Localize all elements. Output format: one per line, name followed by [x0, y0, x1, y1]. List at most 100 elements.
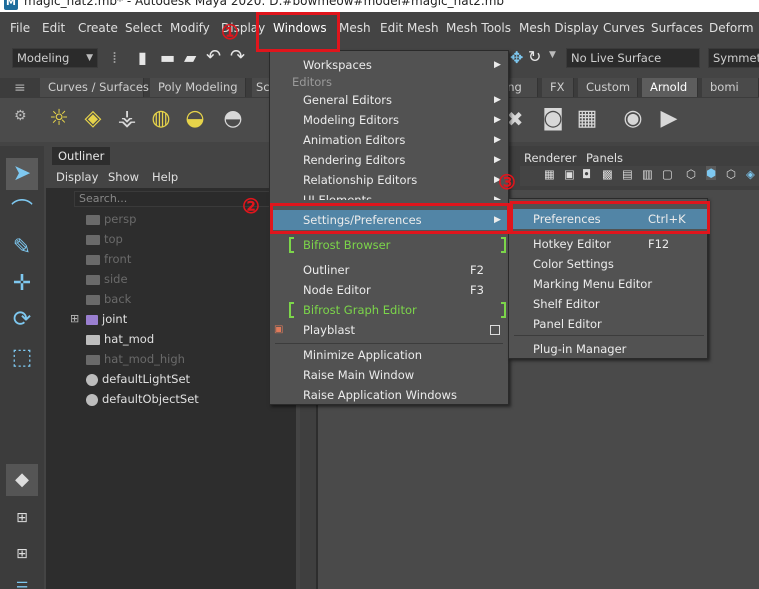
menu-item-workspaces[interactable]: Workspaces ▶	[270, 55, 508, 75]
menu-surfaces[interactable]: Surfaces	[651, 21, 703, 35]
option-box-icon[interactable]	[490, 325, 500, 335]
list-item[interactable]: defaultObjectSet	[86, 392, 199, 412]
wireframe-icon[interactable]: ▣	[564, 167, 575, 181]
xray-icon[interactable]: ⬡	[726, 167, 736, 181]
mode-dropdown[interactable]: Modeling ▼	[12, 48, 98, 68]
shaded-icon[interactable]: ◘	[582, 167, 591, 181]
shelf-tab-curves-surfaces[interactable]: Curves / Surfaces	[40, 78, 149, 97]
outliner-menu-help[interactable]: Help	[152, 170, 178, 184]
menu-mesh-display[interactable]: Mesh Display	[519, 21, 599, 35]
shadows-icon[interactable]: ▥	[642, 167, 653, 181]
area-light-icon[interactable]: ◓	[218, 104, 248, 134]
texture-icon[interactable]: ▦	[572, 104, 602, 134]
play-icon[interactable]: ▶	[654, 104, 684, 134]
half-sun-light-icon[interactable]: ◒	[180, 104, 210, 134]
list-item[interactable]: back	[86, 292, 131, 312]
shelf-tab-bomi[interactable]: bomi	[702, 78, 759, 97]
text-icon[interactable]: ▢	[662, 167, 673, 181]
outliner-menu-show[interactable]: Show	[108, 170, 139, 184]
list-item[interactable]: top	[86, 232, 123, 252]
outliner-menu-display[interactable]: Display	[56, 170, 98, 184]
texture-view-icon[interactable]: ▩	[602, 167, 613, 181]
sphere-light-icon[interactable]: ◍	[146, 104, 176, 134]
menu-item-node-editor[interactable]: Node Editor F3	[270, 280, 508, 300]
snap-icon[interactable]: ↻	[528, 47, 541, 66]
new-scene-icon[interactable]: ▮	[138, 48, 147, 67]
submenu-item-marking-menu-editor[interactable]: Marking Menu Editor	[509, 274, 707, 294]
submenu-item-color-settings[interactable]: Color Settings	[509, 254, 707, 274]
menu-item-rendering-editors[interactable]: Rendering Editors ▶	[270, 150, 508, 170]
menu-item-playblast[interactable]: ▣ Playblast	[270, 320, 508, 340]
two-view-layout-icon[interactable]: ⊞	[6, 538, 38, 570]
menu-modify[interactable]: Modify	[170, 21, 210, 35]
shelf-tab-poly-modeling[interactable]: Poly Modeling	[150, 78, 246, 97]
open-scene-icon[interactable]: ▬	[160, 48, 175, 67]
expand-icon[interactable]: ⊞	[70, 312, 79, 325]
four-view-layout-icon[interactable]: ⊞	[6, 502, 38, 534]
save-scene-icon[interactable]: ▰	[184, 48, 196, 67]
shelf-tab-custom[interactable]: Custom	[578, 78, 638, 97]
lights-icon[interactable]: ▤	[622, 167, 633, 181]
menu-mesh[interactable]: Mesh	[339, 21, 371, 35]
magnet-icon[interactable]: ✥	[510, 48, 523, 67]
menu-item-raise-main-window[interactable]: Raise Main Window	[270, 365, 508, 385]
gear-icon[interactable]: ⚙	[14, 108, 27, 124]
spot-light-icon[interactable]: ⚶	[112, 104, 142, 134]
menu-file[interactable]: File	[10, 21, 30, 35]
shelf-tab-arnold[interactable]: Arnold	[642, 78, 698, 97]
single-view-layout-icon[interactable]: ◆	[6, 464, 38, 496]
paint-select-tool-icon[interactable]: ✎	[6, 232, 38, 264]
rotate-tool-icon[interactable]: ⟳	[6, 304, 38, 336]
shelf-tab-fx[interactable]: FX	[542, 78, 574, 97]
select-tool-icon[interactable]: ➤	[6, 158, 38, 190]
sun-light-icon[interactable]: ☼	[44, 104, 74, 134]
shelf-menu-icon[interactable]: ≡	[14, 80, 26, 96]
menu-edit-mesh[interactable]: Edit Mesh	[380, 21, 439, 35]
menu-item-modeling-editors[interactable]: Modeling Editors ▶	[270, 110, 508, 130]
list-item[interactable]: defaultLightSet	[86, 372, 190, 392]
list-item[interactable]: side	[86, 272, 128, 292]
cube-wire-icon[interactable]: ⬡	[686, 167, 696, 181]
panel-menu-panels[interactable]: Panels	[586, 151, 623, 165]
eye-icon[interactable]: ◉	[618, 104, 648, 134]
submenu-item-shelf-editor[interactable]: Shelf Editor	[509, 294, 707, 314]
box-light-icon[interactable]: ◈	[78, 104, 108, 134]
move-tool-icon[interactable]: ✛	[6, 268, 38, 300]
render-icon[interactable]: ◙	[538, 104, 568, 134]
list-item[interactable]: hat_mod	[86, 332, 154, 352]
menu-item-raise-application-windows[interactable]: Raise Application Windows	[270, 385, 508, 405]
outliner-tab[interactable]: Outliner	[52, 147, 111, 165]
menu-item-outliner[interactable]: Outliner F2	[270, 260, 508, 280]
chevron-down-icon[interactable]: ▼	[549, 50, 556, 60]
symmetry-dropdown[interactable]: Symmetry	[708, 48, 759, 68]
isolate-icon[interactable]: ◈	[746, 167, 755, 181]
menu-select[interactable]: Select	[125, 21, 162, 35]
list-item[interactable]: front	[86, 252, 131, 272]
outliner-layout-icon[interactable]: ☰	[6, 572, 38, 589]
list-item[interactable]: joint	[86, 312, 127, 332]
panel-menu-renderer[interactable]: Renderer	[524, 151, 577, 165]
submenu-item-hotkey-editor[interactable]: Hotkey Editor F12	[509, 234, 707, 254]
menu-create[interactable]: Create	[78, 21, 118, 35]
menu-mesh-tools[interactable]: Mesh Tools	[446, 21, 511, 35]
menu-deform[interactable]: Deform	[709, 21, 754, 35]
redo-icon[interactable]: ↷	[230, 46, 245, 67]
grid-icon[interactable]: ▦	[544, 167, 555, 181]
scale-tool-icon[interactable]: ⬚	[6, 342, 38, 374]
live-surface-field[interactable]: No Live Surface	[566, 48, 700, 68]
submenu-item-plugin-manager[interactable]: Plug-in Manager	[509, 339, 707, 359]
menu-item-general-editors[interactable]: General Editors ▶	[270, 90, 508, 110]
menu-item-relationship-editors[interactable]: Relationship Editors ▶	[270, 170, 508, 190]
submenu-item-panel-editor[interactable]: Panel Editor	[509, 314, 707, 334]
outliner-search-input[interactable]: Search...	[74, 191, 296, 207]
menu-edit[interactable]: Edit	[42, 21, 65, 35]
menu-item-animation-editors[interactable]: Animation Editors ▶	[270, 130, 508, 150]
list-item[interactable]: hat_mod_high	[86, 352, 185, 372]
menu-curves[interactable]: Curves	[603, 21, 645, 35]
menu-item-minimize-application[interactable]: Minimize Application	[270, 345, 508, 365]
cube-shaded-icon[interactable]: ⬢	[706, 166, 717, 180]
menu-item-bifrost-graph-editor[interactable]: Bifrost Graph Editor	[270, 300, 508, 320]
menu-item-bifrost-browser[interactable]: Bifrost Browser	[270, 235, 508, 255]
list-item[interactable]: persp	[86, 212, 136, 232]
lasso-tool-icon[interactable]: ⌒	[6, 196, 38, 228]
